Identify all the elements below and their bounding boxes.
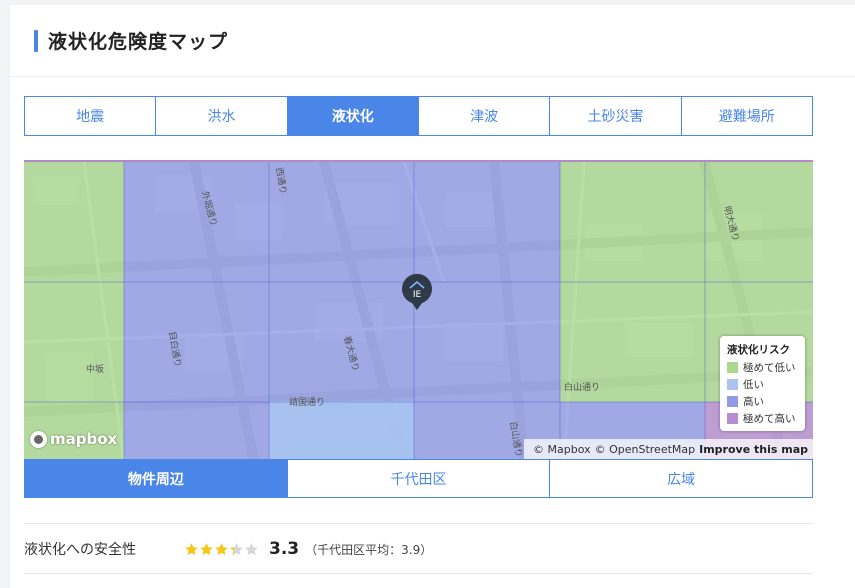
tab-liquefaction[interactable]: 液状化 xyxy=(286,97,418,135)
legend-title: 液状化リスク xyxy=(727,344,790,356)
divider xyxy=(24,523,813,524)
home-pin-icon[interactable]: IE xyxy=(401,273,433,311)
map-legend: 液状化リスク 極めて低い 低い 高い 極めて高い xyxy=(720,336,805,431)
star-icon xyxy=(230,542,243,555)
title-accent-bar xyxy=(34,30,38,52)
page-title: 液状化危険度マップ xyxy=(48,31,229,53)
star-icon xyxy=(185,542,198,555)
legend-swatch xyxy=(727,362,738,373)
legend-swatch xyxy=(727,379,738,390)
scope-tab-wide[interactable]: 広域 xyxy=(549,460,813,497)
star-icon xyxy=(245,542,258,555)
area-scope-tabs: 物件周辺 千代田区 広域 xyxy=(24,459,813,498)
legend-item: 極めて低い xyxy=(727,360,799,375)
ward-average: （千代田区平均：3.9） xyxy=(305,542,433,557)
tab-tsunami[interactable]: 津波 xyxy=(417,97,550,135)
scope-tab-nearby[interactable]: 物件周辺 xyxy=(25,460,287,497)
safety-rating-row: 液状化への安全性 3.3 （千代田区平均：3.9） xyxy=(24,534,813,564)
safety-score: 3.3 xyxy=(269,539,300,559)
star-rating xyxy=(184,542,259,557)
tab-landslide[interactable]: 土砂災害 xyxy=(549,97,681,135)
scope-tab-ward[interactable]: 千代田区 xyxy=(286,460,550,497)
mapbox-logo[interactable]: mapbox xyxy=(30,430,117,448)
legend-item: 極めて高い xyxy=(727,411,799,426)
street-label: 白山通り xyxy=(564,381,600,393)
mapbox-logo-icon xyxy=(30,430,47,448)
pin-label: IE xyxy=(413,290,422,300)
attribution-mapbox-link[interactable]: © Mapbox xyxy=(533,443,591,456)
attribution-osm-link[interactable]: © OpenStreetMap xyxy=(595,443,696,456)
liquefaction-map[interactable]: 外堀通り 明大通り 白山通り 目白通り 中坂 西通り 春大通り 靖国通り 白山通… xyxy=(24,160,813,459)
legend-swatch xyxy=(727,396,738,407)
street-label: 靖国通り xyxy=(289,396,325,408)
street-label: 中坂 xyxy=(86,363,104,375)
divider xyxy=(24,573,813,574)
star-icon xyxy=(200,542,213,555)
legend-item: 高い xyxy=(727,394,799,409)
tab-evacuation[interactable]: 避難場所 xyxy=(680,97,812,135)
hazard-tabs: 地震 洪水 液状化 津波 土砂災害 避難場所 xyxy=(24,96,813,136)
map-attribution: © Mapbox © OpenStreetMap Improve this ma… xyxy=(524,439,813,459)
star-icon xyxy=(215,542,228,555)
tab-flood[interactable]: 洪水 xyxy=(155,97,287,135)
improve-map-link[interactable]: Improve this map xyxy=(699,443,808,456)
legend-swatch xyxy=(727,413,738,424)
legend-item: 低い xyxy=(727,377,799,392)
card-header: 液状化危険度マップ xyxy=(10,5,855,77)
tab-earthquake[interactable]: 地震 xyxy=(25,97,156,135)
safety-label: 液状化への安全性 xyxy=(24,542,136,558)
